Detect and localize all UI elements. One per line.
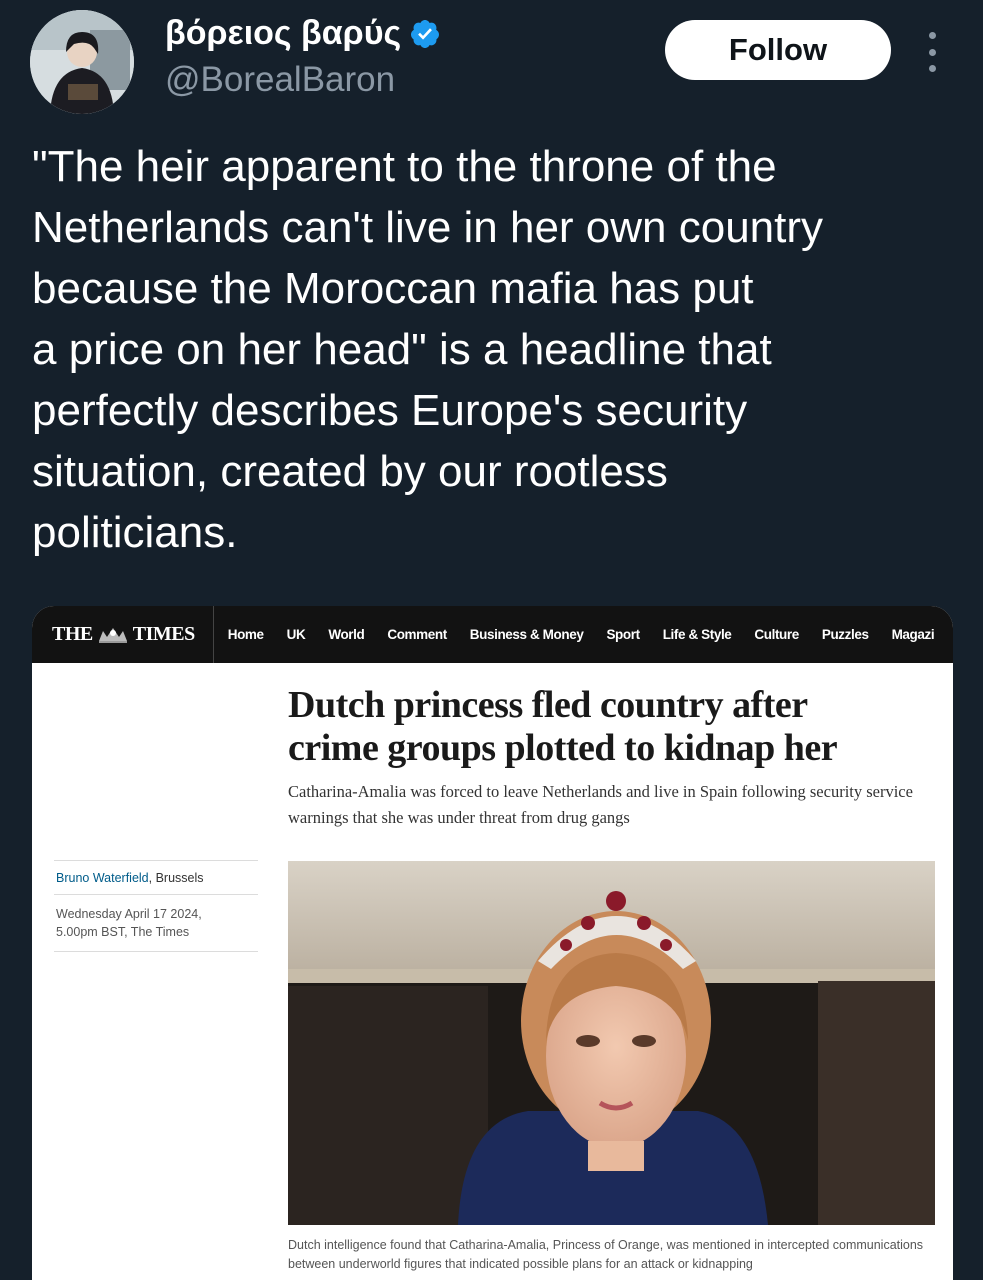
article-byline: Bruno Waterfield, Brussels Wednesday Apr… [54, 860, 258, 952]
nav-item-business: Business & Money [469, 627, 584, 642]
nav-item-culture: Culture [754, 627, 799, 642]
nav-item-sport: Sport [606, 627, 640, 642]
times-nav-items: Home UK World Comment Business & Money S… [228, 627, 953, 642]
author-line: Bruno Waterfield, Brussels [54, 861, 258, 894]
follow-button[interactable]: Follow [665, 20, 891, 80]
nav-item-home: Home [227, 627, 264, 642]
author-location: , Brussels [148, 871, 204, 885]
article-photo [288, 861, 935, 1225]
verified-badge-icon [409, 18, 441, 50]
logo-text-right: TIMES [132, 623, 195, 645]
nav-item-puzzles: Puzzles [821, 627, 869, 642]
publish-date: Wednesday April 17 2024, 5.00pm BST, The… [54, 895, 258, 951]
divider [54, 951, 258, 952]
nav-item-comment: Comment [387, 627, 447, 642]
princess-portrait-image [288, 861, 935, 1225]
nav-item-magazine: Magazi [891, 627, 935, 642]
nav-item-uk: UK [286, 627, 306, 642]
article-headline: Dutch princess fled country after crime … [288, 684, 838, 769]
more-vertical-icon[interactable] [918, 32, 946, 72]
date-line-2: 5.00pm BST, The Times [56, 925, 190, 939]
article-standfirst: Catharina-Amalia was forced to leave Net… [288, 782, 913, 827]
times-logo: THE TIMES [52, 606, 214, 663]
avatar-illustration-icon [30, 10, 134, 114]
tweet-media-image[interactable]: THE TIMES Home UK World Comment Business… [32, 606, 953, 1280]
display-name[interactable]: βόρειος βαρύς [165, 14, 441, 53]
article-author: Bruno Waterfield [56, 871, 149, 885]
photo-caption: Dutch intelligence found that Catharina-… [288, 1238, 924, 1271]
royal-crest-icon [95, 625, 131, 645]
logo-text-left: THE [52, 623, 93, 645]
nav-item-world: World [328, 627, 365, 642]
display-name-text: βόρειος βαρύς [165, 14, 402, 52]
date-line-1: Wednesday April 17 2024, [56, 907, 202, 921]
avatar[interactable] [30, 10, 134, 114]
nav-item-life-style: Life & Style [662, 627, 732, 642]
user-handle[interactable]: @BorealBaron [165, 60, 395, 100]
tweet-text: "The heir apparent to the throne of the … [32, 142, 824, 557]
times-nav-bar: THE TIMES Home UK World Comment Business… [32, 606, 953, 663]
